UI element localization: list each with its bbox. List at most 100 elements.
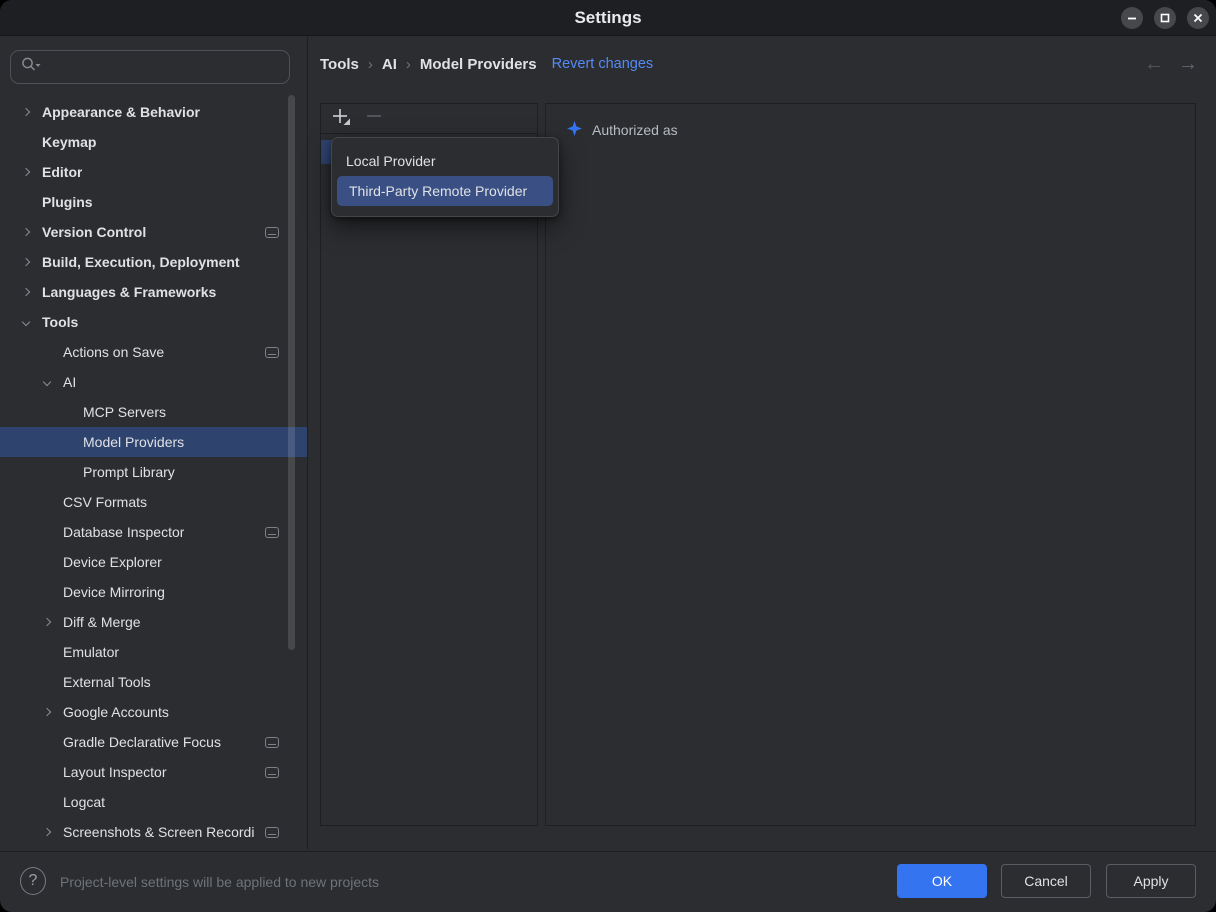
popup-item-local-provider[interactable]: Local Provider [332,146,558,176]
sidebar-item-device-explorer[interactable]: Device Explorer [0,547,307,577]
sidebar-item-label: Google Accounts [63,704,169,720]
sidebar-item-label: Screenshots & Screen Recordi [63,824,254,840]
window-indicator-icon [265,827,279,838]
window-indicator-icon [265,767,279,778]
sidebar-item-label: Version Control [42,224,146,240]
chevron-right-icon[interactable] [22,168,30,176]
sidebar-item-label: Tools [42,314,78,330]
sidebar-item-label: Database Inspector [63,524,184,540]
maximize-icon [1160,13,1170,23]
chevron-down-icon[interactable] [22,318,30,326]
add-provider-popup: Local ProviderThird-Party Remote Provide… [331,137,559,217]
window-indicator-icon [265,227,279,238]
titlebar: Settings [0,0,1216,36]
sidebar-item-editor[interactable]: Editor [0,157,307,187]
window-indicator-icon [265,737,279,748]
sidebar-item-database-inspector[interactable]: Database Inspector [0,517,307,547]
sidebar-item-device-mirroring[interactable]: Device Mirroring [0,577,307,607]
sidebar-item-label: Device Mirroring [63,584,165,600]
chevron-right-icon[interactable] [22,258,30,266]
sidebar-item-label: Model Providers [83,434,184,450]
sidebar-item-prompt-library[interactable]: Prompt Library [0,457,307,487]
sidebar-item-label: Languages & Frameworks [42,284,216,300]
sidebar-item-external-tools[interactable]: External Tools [0,667,307,697]
remove-provider-button[interactable] [364,106,384,131]
sidebar-item-diff-merge[interactable]: Diff & Merge [0,607,307,637]
sidebar-item-label: AI [63,374,76,390]
window-indicator-icon [265,347,279,358]
sidebar-item-label: MCP Servers [83,404,166,420]
sidebar-scrollbar[interactable] [288,95,295,650]
authorized-as-row: Authorized as [567,121,678,139]
chevron-right-icon[interactable] [22,228,30,236]
sidebar-item-label: Appearance & Behavior [42,104,200,120]
breadcrumb-ai[interactable]: AI [382,56,397,73]
minimize-button[interactable] [1121,7,1143,29]
window-controls [1121,7,1209,29]
window-indicator-icon [265,527,279,538]
apply-button[interactable]: Apply [1106,864,1196,898]
sidebar-item-appearance-behavior[interactable]: Appearance & Behavior [0,97,307,127]
chevron-right-icon[interactable] [43,618,51,626]
sidebar-item-label: Emulator [63,644,119,660]
help-icon[interactable]: ? [20,867,46,895]
sidebar-item-mcp-servers[interactable]: MCP Servers [0,397,307,427]
sidebar-item-screenshots-screen-recordi[interactable]: Screenshots & Screen Recordi [0,817,307,847]
sidebar-item-csv-formats[interactable]: CSV Formats [0,487,307,517]
sidebar-item-build-execution-deployment[interactable]: Build, Execution, Deployment [0,247,307,277]
dropdown-caret [344,118,351,125]
settings-sidebar: Appearance & Behavior Keymap Editor Plugins… [0,36,308,850]
back-arrow-icon[interactable]: ← [1144,53,1164,76]
sidebar-item-layout-inspector[interactable]: Layout Inspector [0,757,307,787]
provider-detail-panel: Authorized as [545,103,1196,826]
sidebar-item-label: Prompt Library [83,464,175,480]
provider-list-toolbar [321,104,537,134]
sidebar-item-version-control[interactable]: Version Control [0,217,307,247]
chevron-right-icon[interactable] [22,288,30,296]
ok-button[interactable]: OK [897,864,987,898]
search-input[interactable] [42,58,289,76]
close-icon [1193,13,1203,23]
sidebar-item-emulator[interactable]: Emulator [0,637,307,667]
sidebar-item-keymap[interactable]: Keymap [0,127,307,157]
sidebar-item-plugins[interactable]: Plugins [0,187,307,217]
forward-arrow-icon[interactable]: → [1178,53,1198,76]
breadcrumb-separator: › [368,56,373,73]
sidebar-item-label: Gradle Declarative Focus [63,734,221,750]
minimize-icon [1127,13,1137,23]
sidebar-item-label: Editor [42,164,82,180]
sidebar-item-label: External Tools [63,674,151,690]
search-icon [20,55,42,80]
sparkle-diamond-icon [567,121,582,139]
chevron-right-icon[interactable] [22,108,30,116]
chevron-right-icon[interactable] [43,828,51,836]
sidebar-item-label: Logcat [63,794,105,810]
breadcrumb-model-providers[interactable]: Model Providers [420,56,537,73]
sidebar-item-ai[interactable]: AI [0,367,307,397]
close-button[interactable] [1187,7,1209,29]
sidebar-item-actions-on-save[interactable]: Actions on Save [0,337,307,367]
sidebar-item-languages-frameworks[interactable]: Languages & Frameworks [0,277,307,307]
authorized-as-label: Authorized as [592,122,678,138]
breadcrumb-separator: › [406,56,411,73]
chevron-right-icon[interactable] [43,708,51,716]
sidebar-item-label: Actions on Save [63,344,164,360]
settings-tree: Appearance & Behavior Keymap Editor Plugins… [0,97,307,847]
sidebar-item-label: Plugins [42,194,93,210]
sidebar-item-label: Diff & Merge [63,614,141,630]
sidebar-item-logcat[interactable]: Logcat [0,787,307,817]
sidebar-item-google-accounts[interactable]: Google Accounts [0,697,307,727]
cancel-button[interactable]: Cancel [1001,864,1091,898]
add-provider-button[interactable] [330,105,354,133]
sidebar-item-model-providers[interactable]: Model Providers [0,427,307,457]
sidebar-item-label: Keymap [42,134,96,150]
sidebar-item-tools[interactable]: Tools [0,307,307,337]
breadcrumb: Tools › AI › Model Providers Revert chan… [320,52,653,76]
maximize-button[interactable] [1154,7,1176,29]
search-field[interactable] [10,50,290,84]
chevron-down-icon[interactable] [43,378,51,386]
popup-item-third-party-remote-provider[interactable]: Third-Party Remote Provider [337,176,553,206]
revert-changes-link[interactable]: Revert changes [552,56,654,72]
sidebar-item-gradle-declarative-focus[interactable]: Gradle Declarative Focus [0,727,307,757]
breadcrumb-tools[interactable]: Tools [320,56,359,73]
